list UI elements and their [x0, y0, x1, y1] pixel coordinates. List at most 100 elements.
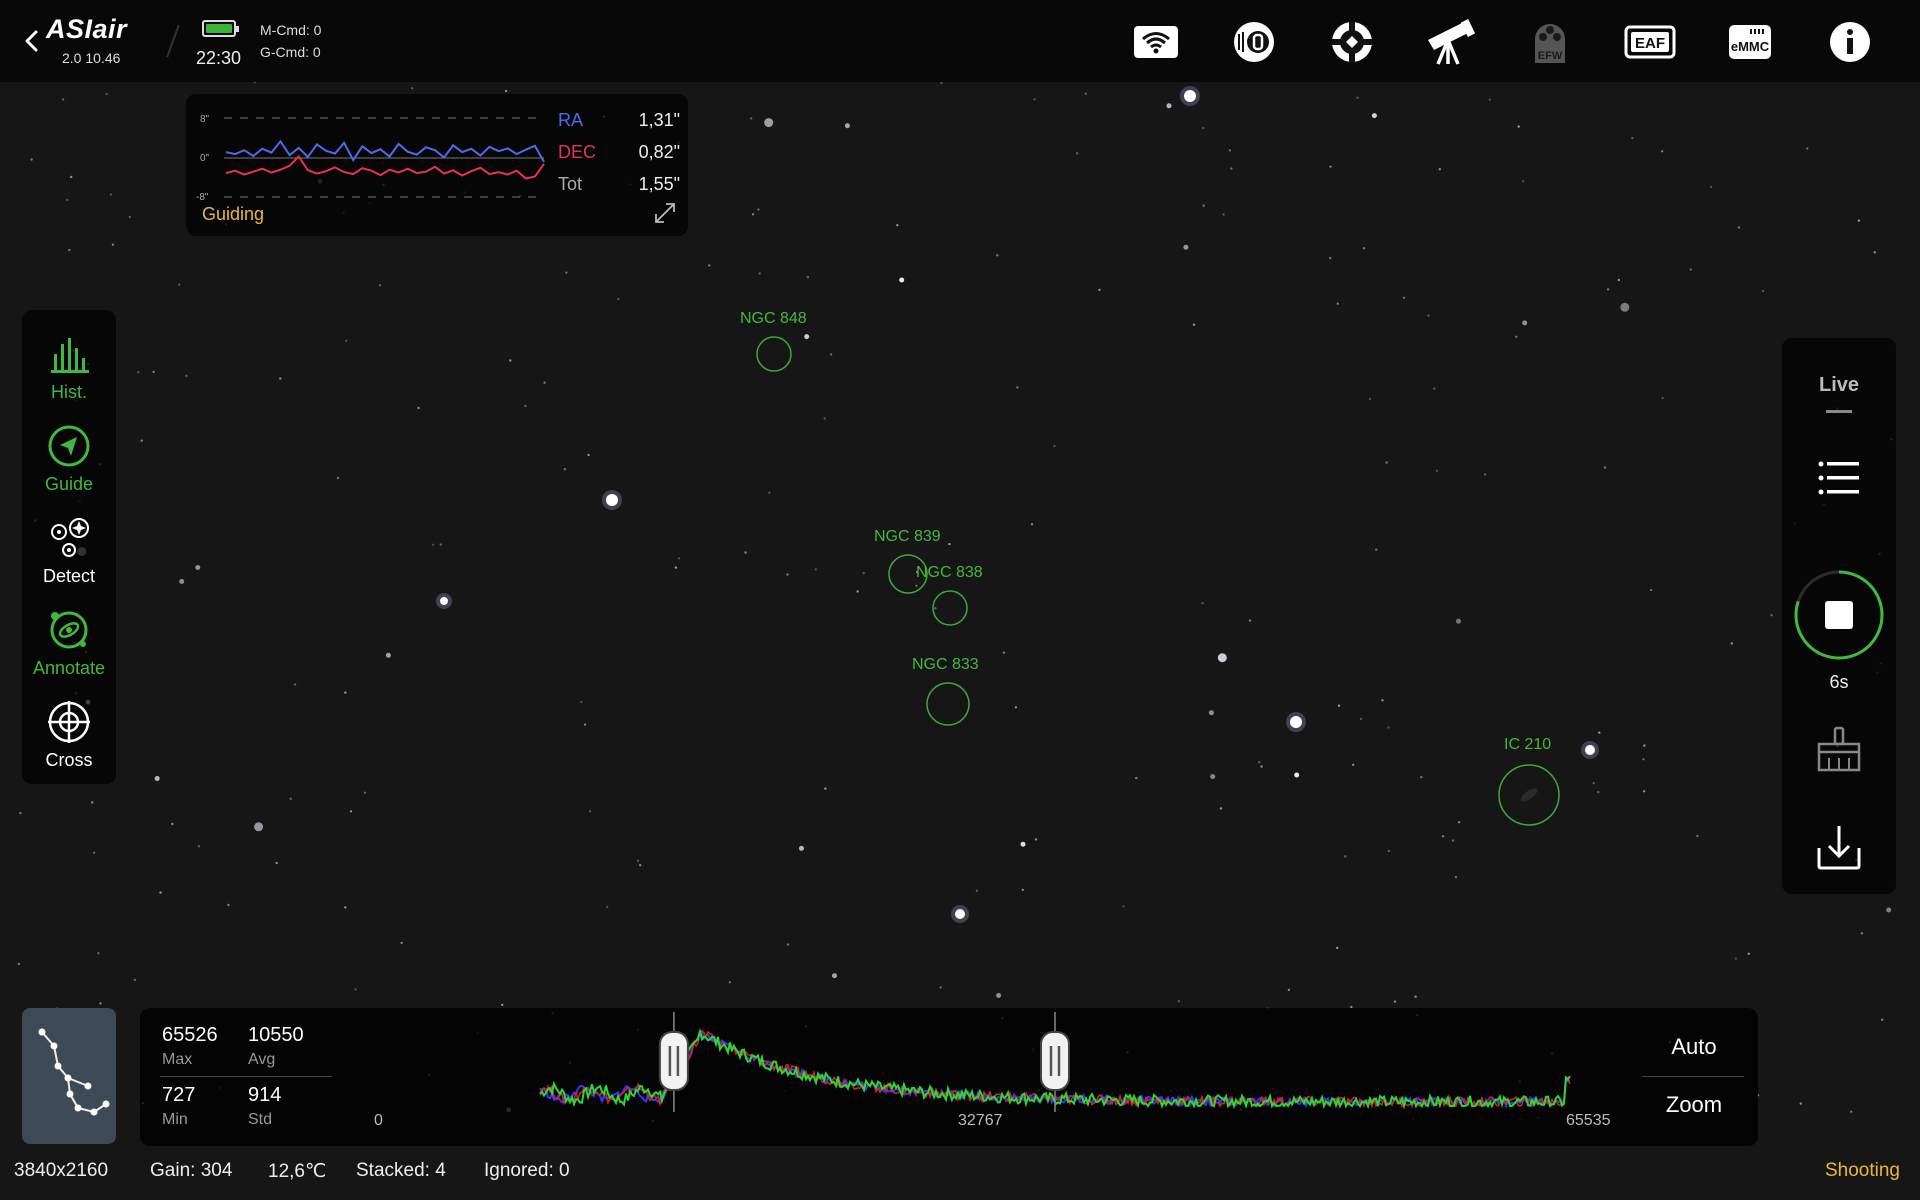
clock: 22:30 [196, 48, 242, 68]
constellation-map-button[interactable] [22, 1008, 116, 1144]
status-stacked: Stacked: 4 [356, 1160, 446, 1181]
histogram-graph[interactable] [370, 1012, 1590, 1112]
annotation-circle [756, 336, 792, 372]
mid-point-slider[interactable] [1040, 1031, 1070, 1091]
tool-guide[interactable]: Guide [22, 418, 116, 506]
left-toolbar: Hist. Guide Detect Annotate Cross [22, 310, 116, 784]
emmc-label: eMMC [1731, 39, 1770, 54]
wifi-icon[interactable] [1126, 12, 1186, 72]
expand-icon[interactable] [654, 202, 676, 224]
annotation-label: NGC 839 [874, 528, 941, 545]
top-bar: ASIair 2.0 10.46 22:30 M-Cmd: 0 G-Cmd: 0 [0, 0, 1920, 82]
stat-max-value: 65526 [162, 1024, 218, 1046]
tool-histogram[interactable]: Hist. [22, 326, 116, 414]
status-gain: Gain: 304 [150, 1160, 233, 1181]
back-arrow-icon[interactable] [18, 24, 46, 58]
stat-min: 727 Min [162, 1084, 195, 1129]
tool-detect-label: Detect [42, 566, 96, 586]
guiding-graph: 8" 0" -8" [196, 114, 545, 202]
guide-axis-top: 8" [200, 114, 210, 125]
guide-cmd-counter: G-Cmd: 0 [260, 44, 321, 60]
tool-cross[interactable]: Cross [22, 694, 116, 782]
storage-icon[interactable] [1224, 12, 1284, 72]
ra-label: RA [558, 110, 584, 130]
stop-icon [1825, 601, 1853, 629]
histogram-tick-max: 65535 [1566, 1112, 1611, 1129]
annotation-circle [932, 590, 968, 626]
guide-axis-bottom: -8" [196, 192, 209, 202]
black-point-slider[interactable] [658, 1031, 689, 1091]
efw-icon[interactable]: EFW [1520, 12, 1580, 72]
status-ignored: Ignored: 0 [484, 1160, 570, 1181]
efw-label: EFW [1538, 50, 1563, 62]
telescope-icon[interactable] [1420, 12, 1480, 72]
constellation-icon [38, 1028, 110, 1116]
dec-series-line [225, 154, 545, 180]
dec-value: 0,82" [638, 142, 680, 162]
status-bar: 3840x2160 Gain: 304 12,6℃ Stacked: 4 Ign… [0, 1146, 1920, 1200]
stat-max: 65526 Max [162, 1024, 218, 1069]
stat-std-value: 914 [248, 1084, 282, 1106]
stat-min-value: 727 [162, 1084, 196, 1106]
dec-label: DEC [558, 142, 597, 162]
annotation-label: NGC 848 [740, 310, 807, 327]
annotation-circle [926, 682, 970, 726]
capture-panel: Live 6s [1782, 338, 1896, 894]
tool-annotate[interactable]: Annotate [22, 602, 116, 690]
stat-avg-label: Avg [248, 1051, 276, 1068]
histogram-panel: 65526 Max 10550 Avg 727 Min 914 Std 0 32… [140, 1008, 1758, 1146]
mount-cmd-counter: M-Cmd: 0 [260, 22, 322, 38]
tool-guide-label: Guide [44, 474, 94, 494]
stat-std: 914 Std [248, 1084, 281, 1129]
total-value: 1,55" [638, 174, 680, 194]
stat-avg: 10550 Avg [248, 1024, 304, 1069]
version-label: 2.0 10.46 [62, 50, 121, 66]
header-divider [166, 24, 180, 58]
total-label: Tot [558, 174, 583, 194]
guide-target-icon[interactable] [1322, 12, 1382, 72]
info-icon[interactable] [1820, 12, 1880, 72]
guiding-panel[interactable]: 8" 0" -8" RA 1,31" DEC 0,82" Tot 1,55" G… [186, 94, 688, 236]
stat-std-label: Std [248, 1111, 273, 1128]
button-divider [1642, 1076, 1744, 1077]
battery-icon [202, 20, 239, 37]
stat-min-label: Min [162, 1111, 188, 1128]
annotation-label: NGC 838 [916, 564, 983, 581]
stat-max-label: Max [162, 1051, 193, 1068]
annotate-galaxy-icon [50, 611, 88, 649]
histogram-tick-mid: 32767 [958, 1112, 1003, 1129]
shutter-stop-button[interactable] [1792, 568, 1886, 662]
annotation-label: IC 210 [1504, 736, 1552, 753]
list-icon[interactable] [1811, 450, 1867, 506]
clear-brush-icon[interactable] [1811, 722, 1867, 778]
status-resolution: 3840x2160 [14, 1160, 109, 1181]
zoom-button[interactable]: Zoom [1644, 1092, 1744, 1118]
mode-live-tab[interactable]: Live [1782, 374, 1896, 397]
tool-detect[interactable]: Detect [22, 510, 116, 598]
guide-icon [48, 425, 90, 467]
mode-underline [1826, 410, 1852, 413]
tool-annotate-label: Annotate [32, 658, 106, 678]
emmc-icon[interactable]: eMMC [1720, 12, 1780, 72]
download-icon[interactable] [1811, 818, 1867, 874]
tool-histogram-label: Hist. [51, 382, 87, 402]
annotation-label: NGC 833 [912, 656, 979, 673]
tool-cross-label: Cross [45, 750, 93, 770]
capture-state: Shooting [1824, 1160, 1900, 1181]
eaf-label: EAF [1635, 35, 1665, 52]
stat-avg-value: 10550 [248, 1024, 304, 1046]
ra-value: 1,31" [638, 110, 680, 130]
ra-series-line [225, 139, 545, 163]
detect-stars-icon [51, 518, 89, 557]
status-temperature: 12,6℃ [268, 1161, 327, 1182]
crosshair-icon [48, 701, 90, 743]
exposure-time: 6s [1829, 672, 1849, 692]
histogram-icon [51, 338, 89, 373]
app-logo: ASIair [46, 14, 128, 44]
guide-axis-zero: 0" [200, 153, 210, 164]
guiding-status-label: Guiding [202, 204, 265, 224]
auto-stretch-button[interactable]: Auto [1644, 1034, 1744, 1060]
histogram-tick-min: 0 [374, 1112, 383, 1129]
stats-divider [160, 1076, 332, 1077]
eaf-icon[interactable]: EAF [1620, 12, 1680, 72]
